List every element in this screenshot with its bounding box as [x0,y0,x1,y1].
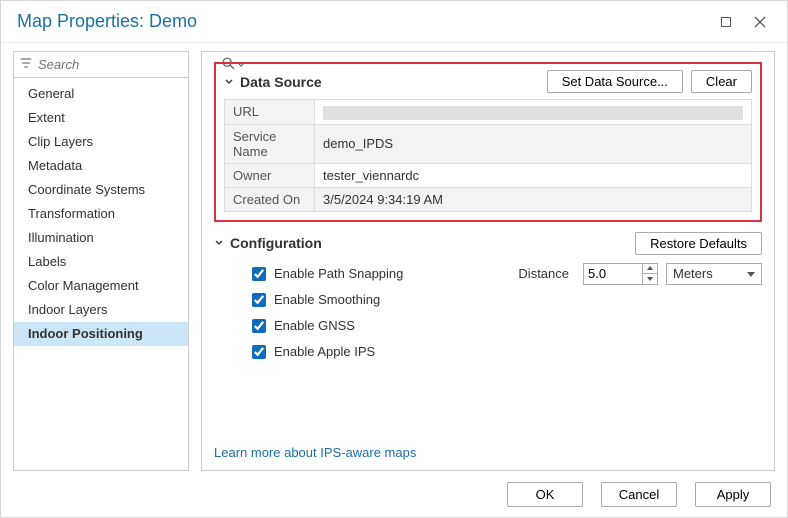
nav-item-illumination[interactable]: Illumination [14,226,188,250]
smoothing-row: Enable Smoothing [248,289,762,311]
path-snapping-label: Enable Path Snapping [274,266,403,281]
map-properties-dialog: Map Properties: Demo General [0,0,788,518]
configuration-title: Configuration [230,235,635,251]
nav-item-indoor-positioning[interactable]: Indoor Positioning [14,322,188,346]
table-row: URL [225,100,752,125]
nav-item-extent[interactable]: Extent [14,106,188,130]
apple-ips-row: Enable Apple IPS [248,341,762,363]
apple-ips-checkbox[interactable] [252,345,266,359]
distance-input[interactable] [583,263,643,285]
search-row [14,52,188,78]
distance-spinner [583,263,658,285]
table-row: Owner tester_viennardc [225,163,752,187]
maximize-button[interactable] [709,7,743,37]
set-data-source-button[interactable]: Set Data Source... [547,70,683,93]
ok-button[interactable]: OK [507,482,583,507]
clear-data-source-button[interactable]: Clear [691,70,752,93]
chevron-down-icon [224,77,234,87]
dialog-body: General Extent Clip Layers Metadata Coor… [1,43,787,471]
dialog-footer: OK Cancel Apply [1,471,787,517]
gnss-label: Enable GNSS [274,318,355,333]
data-source-header[interactable]: Data Source Set Data Source... Clear [224,70,752,93]
nav-item-indoor-layers[interactable]: Indoor Layers [14,298,188,322]
cancel-button[interactable]: Cancel [601,482,677,507]
created-on-label: Created On [225,187,315,211]
nav-item-coordinate-systems[interactable]: Coordinate Systems [14,178,188,202]
titlebar: Map Properties: Demo [1,1,787,43]
chevron-down-icon [214,238,224,248]
spin-buttons [643,263,658,285]
url-label: URL [225,100,315,125]
configuration-section: Configuration Restore Defaults Enable Pa… [214,232,762,373]
distance-block: Distance Meters [518,263,762,285]
service-name-label: Service Name [225,124,315,163]
nav-item-transformation[interactable]: Transformation [14,202,188,226]
nav-item-clip-layers[interactable]: Clip Layers [14,130,188,154]
created-on-value: 3/5/2024 9:34:19 AM [315,187,752,211]
url-masked-value [323,106,743,120]
unit-value: Meters [673,266,713,281]
nav-list: General Extent Clip Layers Metadata Coor… [14,78,188,470]
window-title: Map Properties: Demo [17,11,709,32]
close-button[interactable] [743,7,777,37]
apply-button[interactable]: Apply [695,482,771,507]
nav-item-general[interactable]: General [14,82,188,106]
smoothing-checkbox[interactable] [252,293,266,307]
table-row: Created On 3/5/2024 9:34:19 AM [225,187,752,211]
owner-label: Owner [225,163,315,187]
path-snapping-checkbox[interactable] [252,267,266,281]
sidebar: General Extent Clip Layers Metadata Coor… [13,51,189,471]
data-source-table: URL Service Name demo_IPDS Owner tester_… [224,99,752,212]
spin-up-icon[interactable] [643,264,657,274]
data-source-highlight: Data Source Set Data Source... Clear URL… [214,62,762,222]
table-row: Service Name demo_IPDS [225,124,752,163]
search-input[interactable] [36,56,218,73]
spin-down-icon[interactable] [643,274,657,284]
apple-ips-label: Enable Apple IPS [274,344,375,359]
owner-value: tester_viennardc [315,163,752,187]
filter-icon[interactable] [20,57,32,72]
url-value [315,100,752,125]
service-name-value: demo_IPDS [315,124,752,163]
smoothing-label: Enable Smoothing [274,292,380,307]
distance-label: Distance [518,266,569,281]
data-source-title: Data Source [240,74,547,90]
gnss-row: Enable GNSS [248,315,762,337]
unit-select[interactable]: Meters [666,263,762,285]
path-snapping-row: Enable Path Snapping Distance Meters [248,263,762,285]
restore-defaults-button[interactable]: Restore Defaults [635,232,762,255]
configuration-header[interactable]: Configuration Restore Defaults [214,232,762,255]
nav-item-color-management[interactable]: Color Management [14,274,188,298]
gnss-checkbox[interactable] [252,319,266,333]
learn-more-link[interactable]: Learn more about IPS-aware maps [214,429,762,460]
nav-item-metadata[interactable]: Metadata [14,154,188,178]
nav-item-labels[interactable]: Labels [14,250,188,274]
content-panel: Data Source Set Data Source... Clear URL… [201,51,775,471]
